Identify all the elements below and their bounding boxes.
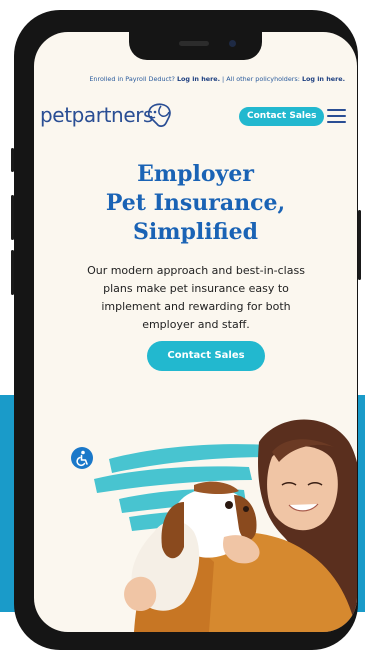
front-camera bbox=[229, 40, 236, 47]
phone-screen: Enrolled in Payroll Deduct? Log in here.… bbox=[34, 32, 357, 632]
hero-subtitle: Our modern approach and best-in-class pl… bbox=[87, 264, 305, 331]
hero-title: Employer Pet Insurance, Simplified bbox=[34, 160, 357, 247]
separator: | bbox=[222, 75, 225, 83]
site-header: petpartners Contact Sales bbox=[34, 96, 357, 136]
other-policyholders-text: All other policyholders: bbox=[226, 75, 300, 83]
header-contact-sales-button[interactable]: Contact Sales bbox=[239, 107, 325, 126]
hero-contact-sales-button[interactable]: Contact Sales bbox=[147, 341, 265, 371]
phone-notch bbox=[129, 32, 262, 60]
hero-title-line-3: Simplified bbox=[133, 219, 258, 245]
dog-logo-icon[interactable] bbox=[144, 100, 174, 130]
hero-title-line-2: Pet Insurance, bbox=[105, 190, 286, 216]
phone-volume-down bbox=[11, 250, 14, 295]
policyholder-login-link[interactable]: Log in here. bbox=[302, 75, 345, 83]
login-bar: Enrolled in Payroll Deduct? Log in here.… bbox=[34, 75, 357, 83]
hamburger-menu-icon[interactable] bbox=[327, 108, 346, 124]
hero-title-line-1: Employer bbox=[137, 161, 254, 187]
phone-volume-up bbox=[11, 195, 14, 240]
phone-silent-switch bbox=[11, 148, 14, 172]
hero-photo-woman-with-dog bbox=[94, 419, 357, 632]
payroll-login-link[interactable]: Log in here. bbox=[177, 75, 220, 83]
logo-text[interactable]: petpartners bbox=[40, 103, 153, 127]
phone-power-button bbox=[358, 210, 361, 280]
accessibility-icon[interactable] bbox=[71, 447, 93, 469]
speaker bbox=[179, 41, 209, 46]
phone-frame: Enrolled in Payroll Deduct? Log in here.… bbox=[11, 10, 361, 650]
payroll-text: Enrolled in Payroll Deduct? bbox=[89, 75, 175, 83]
